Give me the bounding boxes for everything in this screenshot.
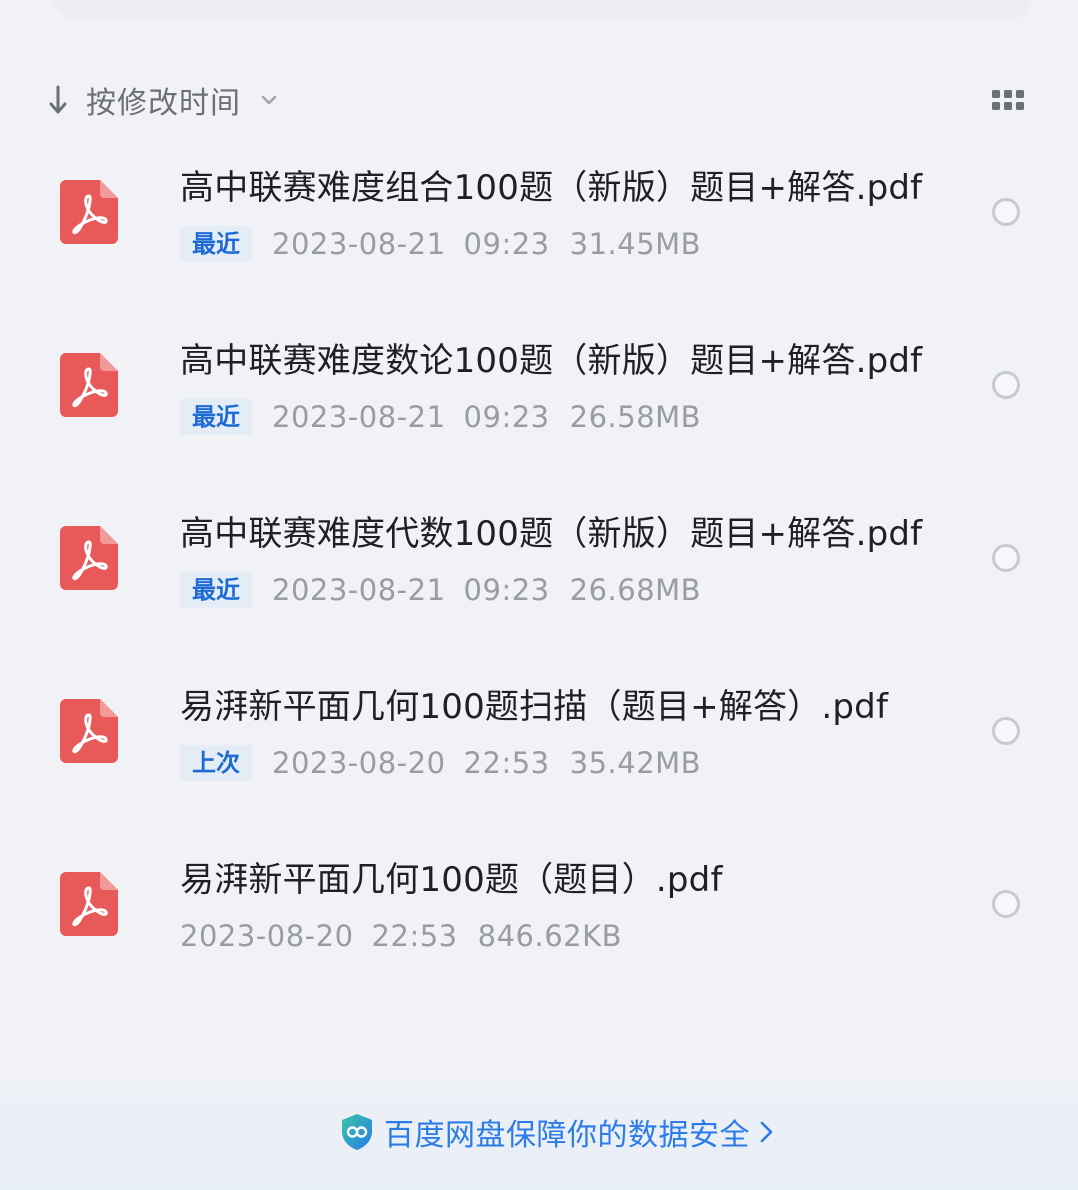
security-link[interactable]: 百度网盘保障你的数据安全 (340, 1110, 776, 1154)
file-time: 09:23 (463, 227, 550, 261)
file-badge: 上次 (180, 745, 252, 781)
file-row[interactable]: 高中联赛难度组合100题（新版）题目+解答.pdf 最近 2023-08-21 … (0, 128, 1078, 301)
file-badge: 最近 (180, 572, 252, 608)
pdf-file-icon (60, 699, 118, 763)
file-meta: 最近 2023-08-21 09:23 31.45MB (180, 224, 701, 264)
select-radio[interactable] (992, 371, 1020, 399)
file-date: 2023-08-21 (272, 227, 446, 261)
sort-bar: 按修改时间 (0, 72, 1078, 128)
file-time: 22:53 (463, 746, 550, 780)
file-date: 2023-08-21 (272, 400, 446, 434)
file-size: 35.42MB (569, 746, 702, 780)
pdf-file-icon (60, 526, 118, 590)
chevron-down-icon (259, 90, 279, 110)
file-name: 易湃新平面几何100题（题目）.pdf (180, 860, 723, 900)
file-time: 09:23 (463, 573, 550, 607)
arrow-down-icon (44, 80, 72, 120)
sort-toggle[interactable]: 按修改时间 (44, 76, 279, 124)
search-bar-remnant (55, 0, 1030, 16)
file-name: 高中联赛难度组合100题（新版）题目+解答.pdf (180, 168, 923, 208)
select-radio[interactable] (992, 544, 1020, 572)
file-row[interactable]: 易湃新平面几何100题（题目）.pdf 2023-08-20 22:53 846… (0, 820, 1078, 993)
file-meta: 最近 2023-08-21 09:23 26.58MB (180, 397, 701, 437)
pdf-file-icon (60, 353, 118, 417)
select-radio[interactable] (992, 198, 1020, 226)
file-badge: 最近 (180, 226, 252, 262)
sort-label: 按修改时间 (86, 86, 241, 121)
file-badge: 最近 (180, 399, 252, 435)
file-time: 22:53 (371, 919, 458, 953)
grid-view-icon[interactable] (988, 86, 1028, 114)
file-meta: 最近 2023-08-21 09:23 26.68MB (180, 570, 701, 610)
file-row[interactable]: 高中联赛难度数论100题（新版）题目+解答.pdf 最近 2023-08-21 … (0, 301, 1078, 474)
file-size: 31.45MB (569, 227, 702, 261)
file-date: 2023-08-20 (272, 746, 446, 780)
pdf-file-icon (60, 872, 118, 936)
file-date: 2023-08-21 (272, 573, 446, 607)
footer-bar: 百度网盘保障你的数据安全 (0, 1078, 1078, 1190)
chevron-right-icon (758, 1117, 776, 1147)
file-meta: 上次 2023-08-20 22:53 35.42MB (180, 743, 701, 783)
file-name: 高中联赛难度数论100题（新版）题目+解答.pdf (180, 341, 923, 381)
security-text: 百度网盘保障你的数据安全 (384, 1118, 750, 1153)
file-size: 26.58MB (569, 400, 702, 434)
file-date: 2023-08-20 (180, 919, 354, 953)
file-row[interactable]: 高中联赛难度代数100题（新版）题目+解答.pdf 最近 2023-08-21 … (0, 474, 1078, 647)
file-size: 846.62KB (477, 919, 623, 953)
file-time: 09:23 (463, 400, 550, 434)
file-list: 高中联赛难度组合100题（新版）题目+解答.pdf 最近 2023-08-21 … (0, 128, 1078, 993)
select-radio[interactable] (992, 890, 1020, 918)
file-name: 易湃新平面几何100题扫描（题目+解答）.pdf (180, 687, 889, 727)
file-name: 高中联赛难度代数100题（新版）题目+解答.pdf (180, 514, 923, 554)
file-meta: 2023-08-20 22:53 846.62KB (180, 916, 622, 956)
file-size: 26.68MB (569, 573, 702, 607)
pdf-file-icon (60, 180, 118, 244)
shield-icon (340, 1113, 374, 1151)
file-row[interactable]: 易湃新平面几何100题扫描（题目+解答）.pdf 上次 2023-08-20 2… (0, 647, 1078, 820)
select-radio[interactable] (992, 717, 1020, 745)
